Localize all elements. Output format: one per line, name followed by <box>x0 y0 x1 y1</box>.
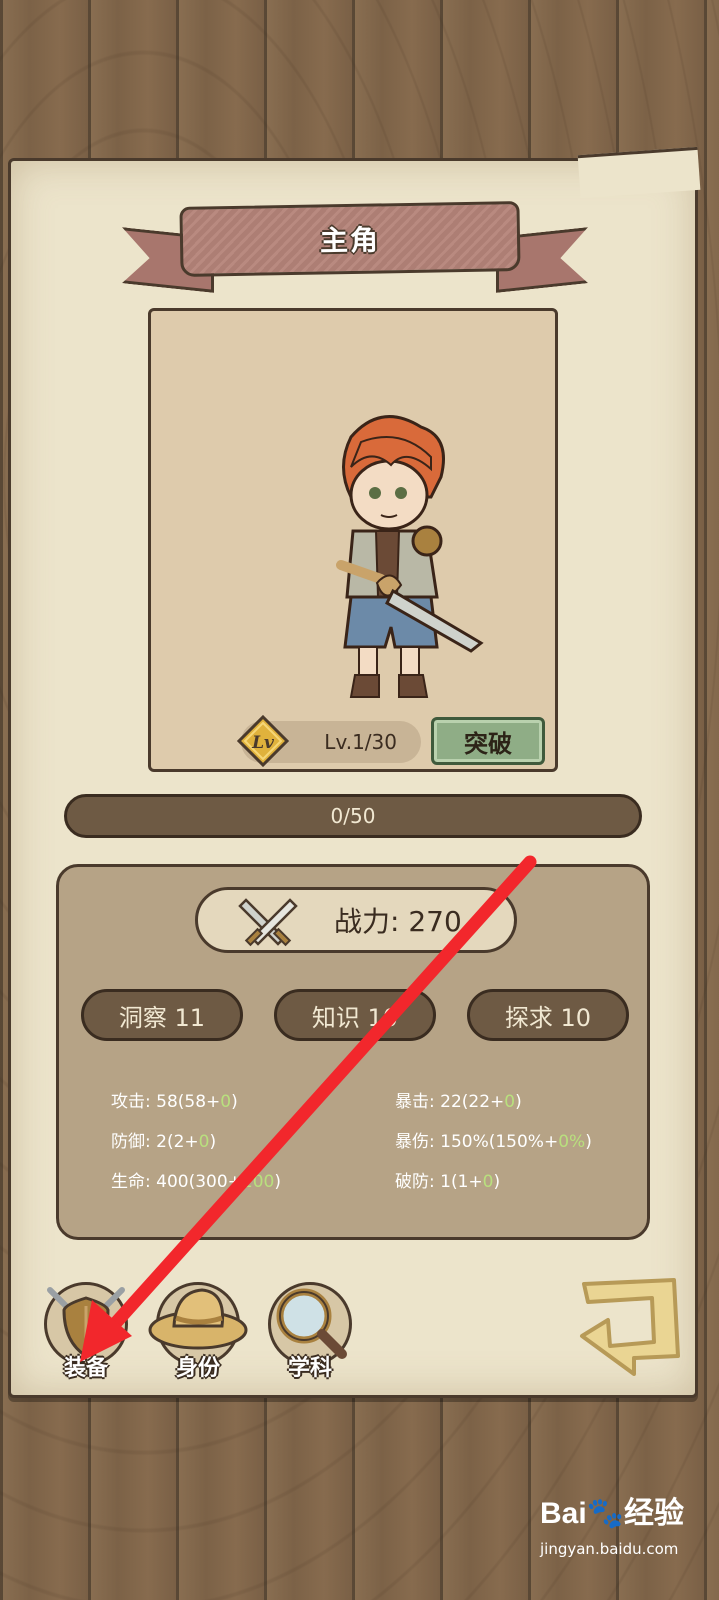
attribute-label: 知识 10 <box>311 1003 399 1032</box>
identity-label: 身份 <box>175 1356 220 1381</box>
watermark-brand: Bai🐾经验 <box>540 1497 685 1530</box>
combat-power-text: 战力: 270 <box>334 905 462 938</box>
lv-badge-text: Lv <box>251 733 275 753</box>
experience-text: 0/50 <box>330 804 376 828</box>
stat-crit: 暴击: 22(22+0) <box>395 1092 522 1112</box>
attribute-pursuit: 探求 10 <box>467 989 629 1041</box>
attribute-label: 洞察 11 <box>118 1003 206 1032</box>
attribute-insight: 洞察 11 <box>81 989 243 1041</box>
baidu-watermark: Bai🐾经验 jingyan.baidu.com <box>540 1488 710 1568</box>
subject-button[interactable]: 学科 <box>264 1282 356 1381</box>
title-ribbon: 主角 <box>179 201 521 277</box>
attribute-label: 探求 10 <box>504 1003 592 1032</box>
page-title: 主角 <box>319 223 381 258</box>
identity-button[interactable]: 身份 <box>148 1282 248 1381</box>
attribute-knowledge: 知识 10 <box>274 989 436 1041</box>
breakthrough-button[interactable]: 突破 <box>431 717 545 765</box>
character-portrait-panel: Lv.1/30 Lv 突破 <box>148 308 558 772</box>
breakthrough-label: 突破 <box>464 729 512 758</box>
stat-armor-break: 破防: 1(1+0) <box>395 1172 501 1192</box>
watermark-url: jingyan.baidu.com <box>540 1540 679 1558</box>
subject-label: 学科 <box>287 1356 332 1381</box>
stat-attack: 攻击: 58(58+0) <box>111 1092 238 1112</box>
stat-defense: 防御: 2(2+0) <box>111 1132 217 1152</box>
back-arrow-icon[interactable] <box>574 1276 686 1378</box>
stat-health: 生命: 400(300+100) <box>111 1172 281 1192</box>
level-text: Lv.1/30 <box>324 730 397 754</box>
experience-bar: 0/50 <box>64 794 642 838</box>
crossed-swords-icon <box>238 898 298 947</box>
equipment-label: 装备 <box>63 1356 108 1381</box>
stats-panel: 战力: 270 洞察 11 知识 10 探求 10 攻击: 58(58+0) 防… <box>56 864 650 1240</box>
combat-power-pill: 战力: 270 <box>195 887 517 953</box>
stat-crit-damage: 暴伤: 150%(150%+0%) <box>395 1132 592 1152</box>
lv-badge-icon: Lv <box>237 715 289 767</box>
equipment-button[interactable]: 装备 <box>40 1282 132 1381</box>
hero-character-sprite <box>336 415 484 698</box>
